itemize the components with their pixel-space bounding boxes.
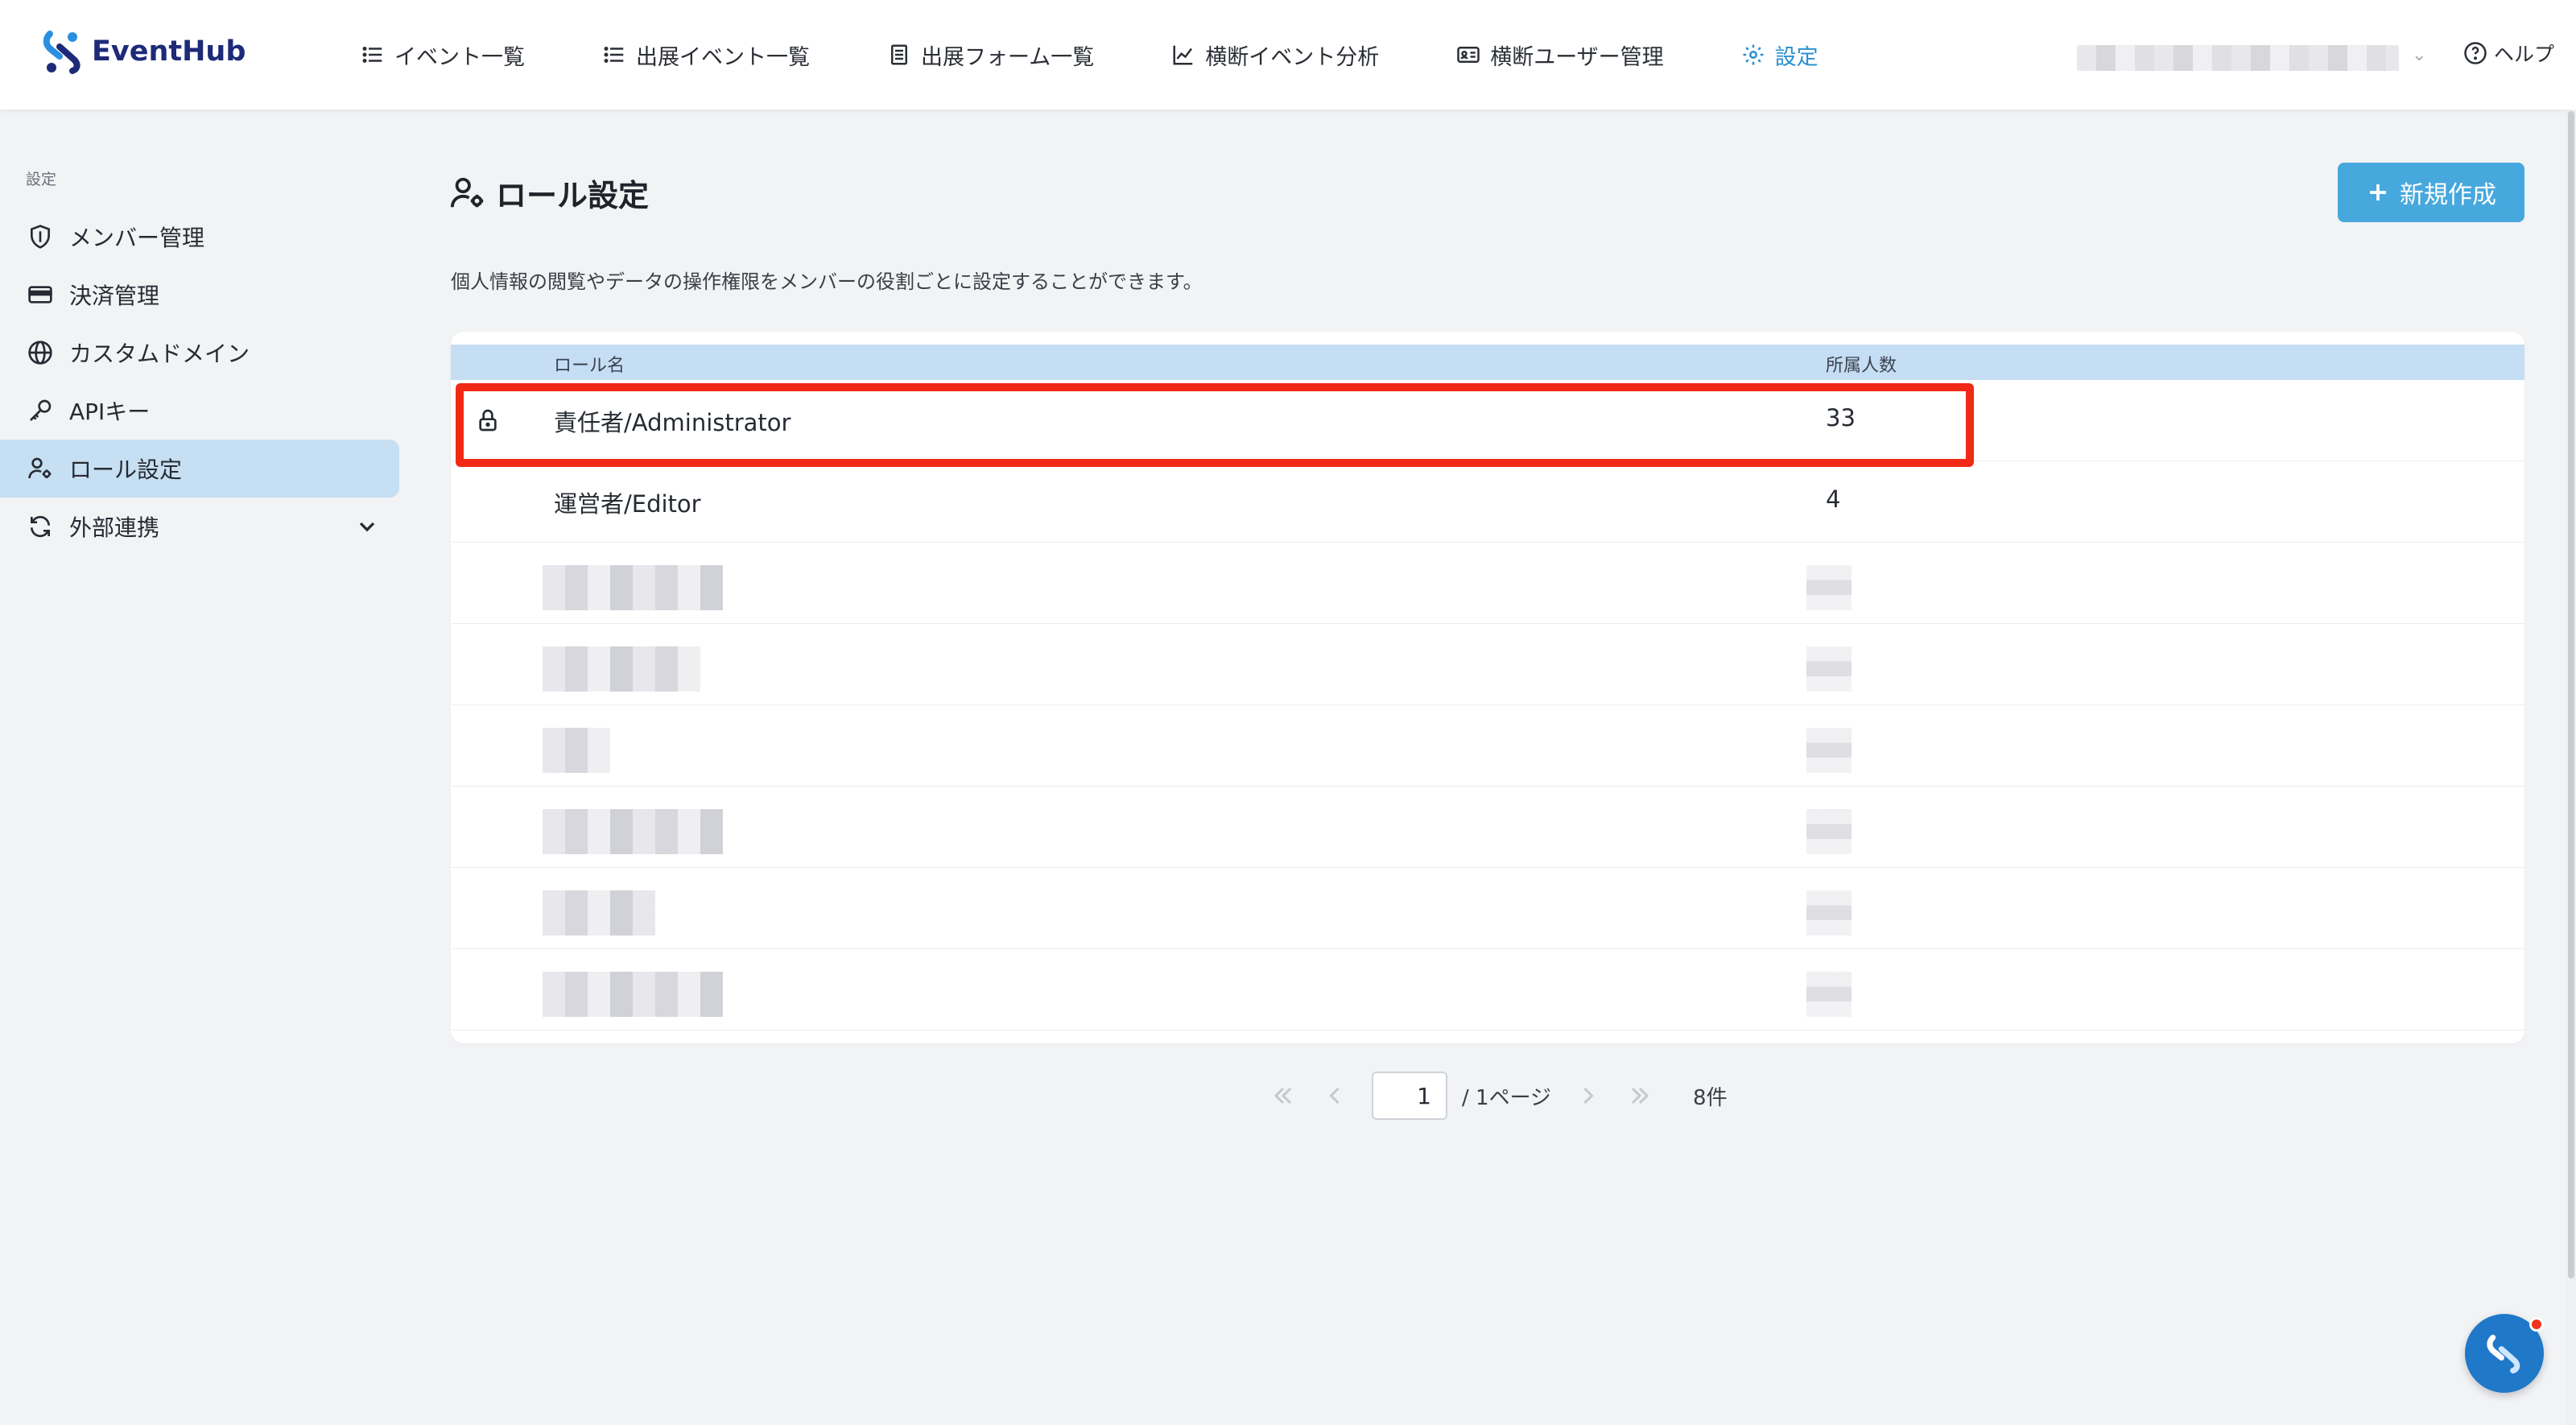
- sidebar-item-api-key[interactable]: APIキー: [0, 382, 399, 440]
- redacted-role-name: [543, 728, 610, 773]
- nav-label: イベント一覧: [394, 44, 525, 70]
- item-count-label: 8件: [1693, 1085, 1728, 1110]
- credit-card-icon: [28, 286, 52, 304]
- table-row-redacted[interactable]: [451, 787, 2524, 868]
- redacted-role-name: [543, 646, 700, 692]
- plus-icon: [2370, 184, 2386, 200]
- nav-label: 横断イベント分析: [1205, 44, 1380, 70]
- nav-event-list[interactable]: イベント一覧: [361, 39, 525, 71]
- lock-icon: [479, 409, 497, 432]
- chat-logo-icon: [2487, 1334, 2520, 1373]
- page-number-input[interactable]: [1372, 1072, 1447, 1120]
- redacted-role-name: [543, 565, 723, 610]
- page-total-label: / 1ページ: [1462, 1085, 1552, 1110]
- table-row[interactable]: 責任者/Administrator 33: [451, 380, 2524, 461]
- list-icon: [604, 47, 624, 63]
- globe-icon: [28, 341, 52, 365]
- nav-exhibit-event-list[interactable]: 出展イベント一覧: [602, 39, 810, 71]
- sidebar-heading: 設定: [26, 171, 57, 188]
- table-row-redacted[interactable]: [451, 949, 2524, 1031]
- sidebar-item-label: ロール設定: [69, 456, 183, 483]
- key-icon: [30, 399, 52, 421]
- pagination: / 1ページ 8件: [1269, 1071, 1728, 1121]
- shield-icon: [31, 225, 50, 249]
- column-header-member-count: 所属人数: [1826, 356, 1897, 376]
- form-icon: [891, 44, 907, 65]
- member-count: 4: [1826, 485, 1841, 513]
- nav-label: 横断ユーザー管理: [1490, 44, 1664, 70]
- sidebar-item-label: 決済管理: [69, 283, 160, 309]
- last-page-icon[interactable]: [1625, 1081, 1654, 1110]
- list-icon: [362, 47, 382, 63]
- sync-icon: [31, 515, 50, 538]
- nav-exhibit-form-list[interactable]: 出展フォーム一覧: [887, 39, 1094, 71]
- role-table: ロール名 所属人数 責任者/Administrator 33 運営者/Edito…: [451, 332, 2524, 1043]
- nav-label: 出展フォーム一覧: [921, 44, 1095, 70]
- next-page-icon[interactable]: [1574, 1081, 1603, 1110]
- scrollbar-thumb[interactable]: [2568, 111, 2574, 1278]
- gear-icon: [1743, 44, 1764, 65]
- sidebar-item-member-management[interactable]: メンバー管理: [0, 208, 399, 266]
- organization-switcher-redacted[interactable]: [2077, 45, 2399, 71]
- sidebar-item-role-settings[interactable]: ロール設定: [0, 440, 399, 498]
- eventhub-logo-icon: [43, 31, 80, 74]
- sidebar-item-external-integration[interactable]: 外部連携: [0, 498, 399, 556]
- sidebar-item-label: カスタムドメイン: [69, 341, 250, 367]
- notification-badge: [2529, 1317, 2544, 1332]
- page-description: 個人情報の閲覧やデータの操作権限をメンバーの役割ごとに設定することができます。: [451, 271, 1203, 293]
- table-row-redacted[interactable]: [451, 543, 2524, 624]
- question-circle-icon: [2464, 42, 2487, 64]
- table-row[interactable]: 運営者/Editor 4: [451, 461, 2524, 543]
- table-row-redacted[interactable]: [451, 868, 2524, 949]
- sidebar-item-custom-domain[interactable]: カスタムドメイン: [0, 324, 399, 382]
- redacted-member-count: [1806, 809, 1852, 854]
- user-gear-icon: [450, 177, 484, 207]
- sidebar-item-payment-management[interactable]: 決済管理: [0, 266, 399, 324]
- app-logo[interactable]: EventHub: [42, 29, 246, 74]
- app-name: EventHub: [92, 35, 246, 68]
- nav-cross-user-management[interactable]: 横断ユーザー管理: [1456, 39, 1664, 71]
- redacted-member-count: [1806, 890, 1852, 936]
- sidebar-item-label: 外部連携: [69, 514, 160, 541]
- page-title-text: ロール設定: [496, 178, 650, 213]
- redacted-member-count: [1806, 728, 1852, 773]
- page-title: ロール設定: [449, 171, 649, 215]
- column-header-role-name: ロール名: [554, 356, 625, 376]
- table-row-redacted[interactable]: [451, 705, 2524, 787]
- create-new-label: 新規作成: [2400, 181, 2496, 209]
- redacted-member-count: [1806, 646, 1852, 692]
- sidebar-item-label: APIキー: [69, 399, 151, 425]
- id-card-icon: [1457, 47, 1480, 63]
- top-header: EventHub イベント一覧 出展イベント一覧 出展フォーム一覧 横断イベント…: [0, 0, 2576, 109]
- redacted-role-name: [543, 972, 723, 1017]
- chevron-down-icon[interactable]: [354, 514, 380, 539]
- redacted-member-count: [1806, 565, 1852, 610]
- help-link[interactable]: ヘルプ: [2463, 39, 2554, 68]
- user-gear-icon: [28, 457, 52, 479]
- nav-label: 出展イベント一覧: [636, 44, 810, 70]
- member-count: 33: [1826, 404, 1856, 432]
- nav-settings[interactable]: 設定: [1741, 39, 1818, 71]
- settings-sidebar: 設定 メンバー管理 決済管理 カスタムドメイン APIキー ロール設定 外部連携: [0, 109, 402, 1425]
- chevron-down-icon[interactable]: ⌄: [2412, 45, 2426, 65]
- redacted-member-count: [1806, 972, 1852, 1017]
- redacted-role-name: [543, 890, 655, 936]
- first-page-icon[interactable]: [1269, 1081, 1298, 1110]
- chart-line-icon: [1173, 45, 1193, 65]
- prev-page-icon[interactable]: [1320, 1081, 1349, 1110]
- role-name: 運営者/Editor: [554, 490, 701, 518]
- redacted-role-name: [543, 809, 723, 854]
- help-label: ヘルプ: [2494, 43, 2555, 66]
- sidebar-item-label: メンバー管理: [69, 225, 205, 251]
- role-name: 責任者/Administrator: [554, 409, 791, 436]
- table-row-redacted[interactable]: [451, 624, 2524, 705]
- nav-cross-event-analysis[interactable]: 横断イベント分析: [1171, 39, 1379, 71]
- create-new-button[interactable]: 新規作成: [2338, 163, 2524, 222]
- table-header: ロール名 所属人数: [451, 345, 2524, 380]
- nav-label: 設定: [1774, 44, 1818, 70]
- main-nav: イベント一覧 出展イベント一覧 出展フォーム一覧 横断イベント分析 横断ユーザー…: [361, 0, 1896, 109]
